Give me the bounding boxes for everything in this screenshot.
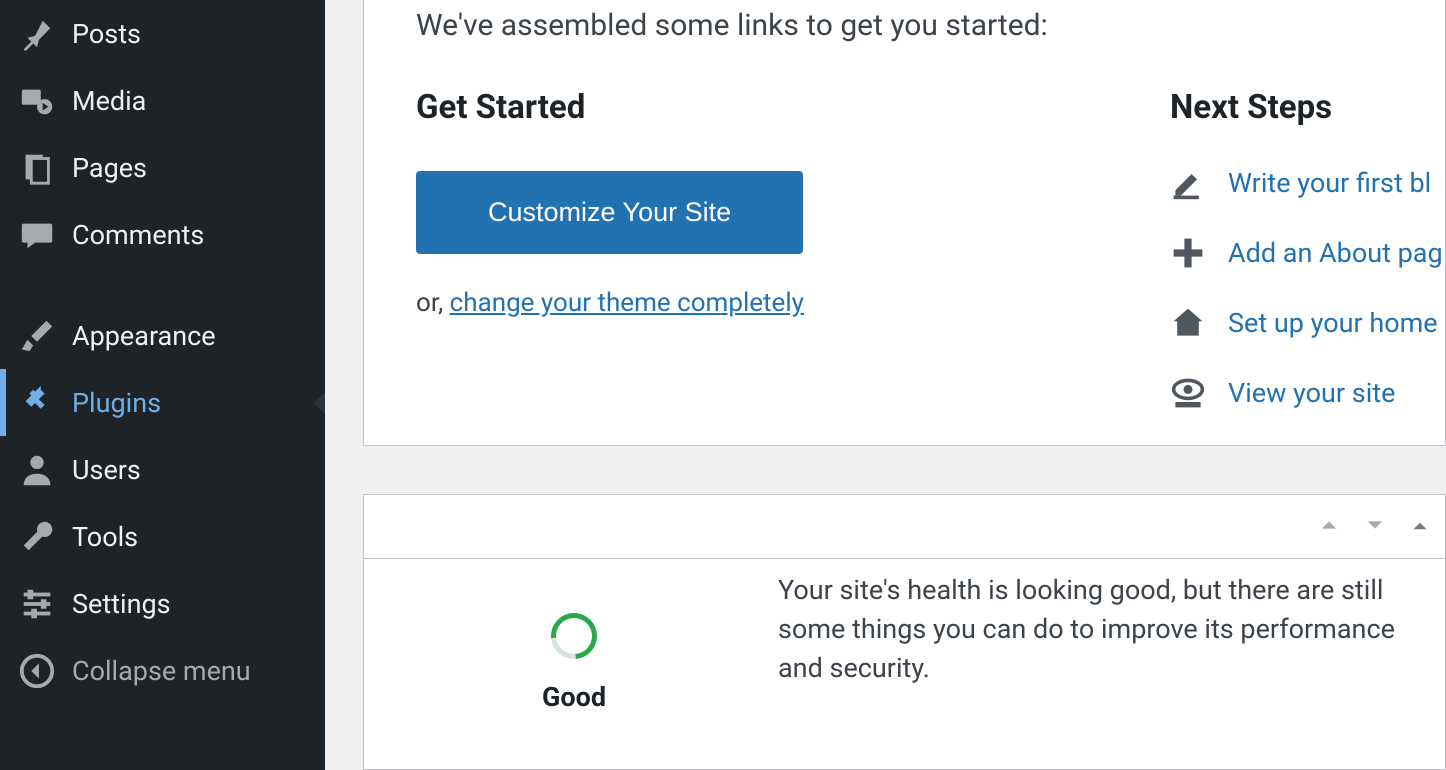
content-area: We've assembled some links to get you st… [325,0,1446,770]
brush-icon [18,317,56,355]
next-steps-column: Next Steps Write your first bl Add an Ab… [1170,88,1446,445]
site-health-panel: Good Your site's health is looking good,… [363,494,1446,770]
wrench-icon [18,518,56,556]
sliders-icon [18,585,56,623]
change-theme-link[interactable]: change your theme completely [450,288,804,318]
site-health-indicator: Good [444,613,704,713]
sidebar-item-plugins[interactable]: Plugins [0,369,325,436]
next-link-label: View your site [1228,377,1395,409]
next-link-add-page[interactable]: Add an About pag [1170,235,1446,271]
site-health-status: Good [444,681,704,713]
sidebar-item-label: Tools [72,521,325,553]
panel-move-down-icon[interactable] [1363,511,1387,544]
sidebar-item-media[interactable]: Media [0,67,325,134]
panel-header [364,495,1445,559]
site-health-message: Your site's health is looking good, but … [778,571,1418,688]
sidebar-item-label: Users [72,454,325,486]
pages-icon [18,149,56,187]
health-circle-icon [542,604,607,669]
welcome-intro: We've assembled some links to get you st… [416,8,1048,43]
sidebar-separator [0,268,325,302]
or-prefix: or, [416,288,450,318]
next-link-view-site[interactable]: View your site [1170,375,1446,411]
next-link-write-post[interactable]: Write your first bl [1170,165,1446,201]
next-link-label: Set up your home [1228,307,1438,339]
pin-icon [18,15,56,53]
next-link-label: Add an About pag [1228,237,1443,269]
sidebar-item-tools[interactable]: Tools [0,503,325,570]
sidebar-item-comments[interactable]: Comments [0,201,325,268]
next-link-label: Write your first bl [1228,167,1431,199]
get-started-heading: Get Started [416,88,1016,127]
plus-icon [1170,235,1206,271]
panel-toggle-icon[interactable] [1409,511,1431,544]
customize-site-button[interactable]: Customize Your Site [416,171,803,254]
sidebar-item-label: Pages [72,152,325,184]
media-icon [18,82,56,120]
user-icon [18,451,56,489]
sidebar-item-label: Plugins [72,387,325,419]
sidebar-collapse-label: Collapse menu [72,655,325,687]
get-started-column: Get Started Customize Your Site or, chan… [416,88,1016,318]
next-steps-heading: Next Steps [1170,88,1446,127]
sidebar-item-label: Posts [72,18,325,50]
comment-icon [18,216,56,254]
sidebar-item-label: Media [72,85,325,117]
collapse-icon [18,652,56,690]
sidebar-item-pages[interactable]: Pages [0,134,325,201]
sidebar-collapse[interactable]: Collapse menu [0,637,325,704]
edit-icon [1170,165,1206,201]
sidebar-item-label: Appearance [72,320,325,352]
sidebar-item-users[interactable]: Users [0,436,325,503]
eye-icon [1170,375,1206,411]
panel-move-up-icon[interactable] [1317,511,1341,544]
sidebar-item-label: Comments [72,219,325,251]
sidebar-item-settings[interactable]: Settings [0,570,325,637]
sidebar-item-label: Settings [72,588,325,620]
home-icon [1170,305,1206,341]
welcome-panel: We've assembled some links to get you st… [363,0,1446,446]
sidebar-item-posts[interactable]: Posts [0,0,325,67]
admin-sidebar: Posts Media Pages Comments Appearance Pl… [0,0,325,770]
or-change-theme: or, change your theme completely [416,288,1016,318]
sidebar-item-appearance[interactable]: Appearance [0,302,325,369]
panel-controls [1317,495,1431,559]
plug-icon [18,384,56,422]
next-link-setup-home[interactable]: Set up your home [1170,305,1446,341]
